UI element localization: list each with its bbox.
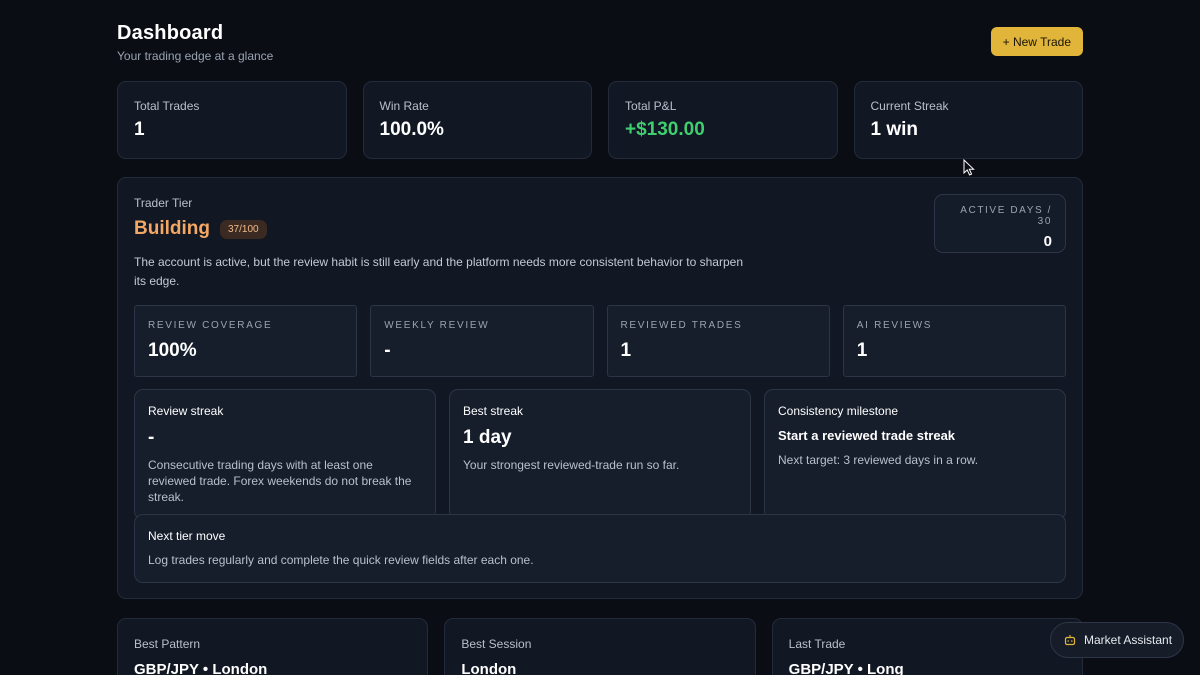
metric-label: REVIEWED TRADES <box>620 320 743 331</box>
tier-name-row: Building 37/100 <box>134 218 267 240</box>
metric-value: - <box>384 340 391 361</box>
best-streak-text: Your strongest reviewed-trade run so far… <box>463 458 680 472</box>
tier-description: The account is active, but the review ha… <box>134 255 743 288</box>
metric-reviewed-trades: REVIEWED TRADES 1 <box>606 305 830 377</box>
new-trade-button[interactable]: + New Trade <box>990 27 1083 56</box>
stat-card-total-trades: Total Trades 1 <box>117 81 347 159</box>
insights-row: Best Pattern GBP/JPY • London Best Sessi… <box>117 618 1083 675</box>
stat-card-total-pnl: Total P&L +$130.00 <box>608 81 838 159</box>
metric-ai-reviews: AI REVIEWS 1 <box>842 305 1066 377</box>
best-pattern-card: Best Pattern GBP/JPY • London <box>117 618 429 675</box>
metric-label: WEEKLY REVIEW <box>384 320 490 331</box>
best-streak-value: 1 day <box>463 427 512 448</box>
milestone-text: Next target: 3 reviewed days in a row. <box>778 453 979 467</box>
metric-weekly-review: WEEKLY REVIEW - <box>370 305 594 377</box>
active-days-value: 0 <box>1043 233 1052 250</box>
stat-value: +$130.00 <box>625 119 705 140</box>
metric-value: 100% <box>148 340 197 361</box>
metric-row: REVIEW COVERAGE 100% WEEKLY REVIEW - REV… <box>134 305 1066 377</box>
bottom-label: Last Trade <box>788 637 846 651</box>
stat-label: Current Streak <box>870 99 949 113</box>
bottom-value: London <box>461 661 517 675</box>
robot-icon <box>1064 634 1076 646</box>
stat-label: Total P&L <box>625 99 677 113</box>
stat-value: 100.0% <box>379 119 444 140</box>
metric-value: 1 <box>856 340 868 361</box>
active-days-label: ACTIVE DAYS / 30 <box>960 205 1052 227</box>
bottom-label: Best Session <box>461 637 532 651</box>
review-streak-box: Review streak - Consecutive trading days… <box>134 389 436 520</box>
tier-name: Building <box>134 218 210 239</box>
page-title: Dashboard <box>117 22 224 44</box>
next-tier-text: Log trades regularly and complete the qu… <box>148 553 534 567</box>
active-days-box: ACTIVE DAYS / 30 0 <box>934 194 1066 253</box>
trader-tier-card: Trader Tier Building 37/100 The account … <box>117 177 1083 599</box>
bottom-value: GBP/JPY • Long <box>788 661 904 675</box>
stat-card-current-streak: Current Streak 1 win <box>853 81 1083 159</box>
best-session-card: Best Session London <box>444 618 756 675</box>
review-streak-text: Consecutive trading days with at least o… <box>148 458 412 504</box>
mouse-cursor-icon <box>963 158 975 176</box>
best-streak-title: Best streak <box>463 404 524 418</box>
stats-row: Total Trades 1 Win Rate 100.0% Total P&L… <box>117 81 1083 159</box>
consistency-milestone-box: Consistency milestone Start a reviewed t… <box>764 389 1066 520</box>
review-streak-value: - <box>148 427 155 448</box>
milestone-title: Consistency milestone <box>778 404 899 418</box>
bottom-label: Best Pattern <box>134 637 201 651</box>
tier-score-badge: 37/100 <box>219 219 267 239</box>
stat-card-win-rate: Win Rate 100.0% <box>362 81 592 159</box>
metric-label: REVIEW COVERAGE <box>148 320 273 331</box>
market-assistant-label: Market Assistant <box>1084 633 1173 647</box>
page-subtitle: Your trading edge at a glance <box>117 49 274 63</box>
streak-row: Review streak - Consecutive trading days… <box>134 389 1066 520</box>
milestone-headline: Start a reviewed trade streak <box>778 428 956 443</box>
metric-review-coverage: REVIEW COVERAGE 100% <box>134 305 358 377</box>
stat-label: Total Trades <box>134 99 200 113</box>
bottom-value: GBP/JPY • London <box>134 661 268 675</box>
stat-value: 1 win <box>870 119 919 140</box>
best-streak-box: Best streak 1 day Your strongest reviewe… <box>449 389 751 520</box>
metric-label: AI REVIEWS <box>856 320 933 331</box>
page-header: Dashboard Your trading edge at a glance … <box>117 22 1083 63</box>
stat-label: Win Rate <box>379 99 429 113</box>
next-tier-move-box: Next tier move Log trades regularly and … <box>134 514 1066 583</box>
last-trade-card: Last Trade GBP/JPY • Long <box>771 618 1083 675</box>
next-tier-title: Next tier move <box>148 529 226 543</box>
market-assistant-button[interactable]: Market Assistant <box>1050 622 1184 658</box>
metric-value: 1 <box>620 340 632 361</box>
tier-label: Trader Tier <box>134 196 193 210</box>
stat-value: 1 <box>134 119 145 140</box>
review-streak-title: Review streak <box>148 404 224 418</box>
